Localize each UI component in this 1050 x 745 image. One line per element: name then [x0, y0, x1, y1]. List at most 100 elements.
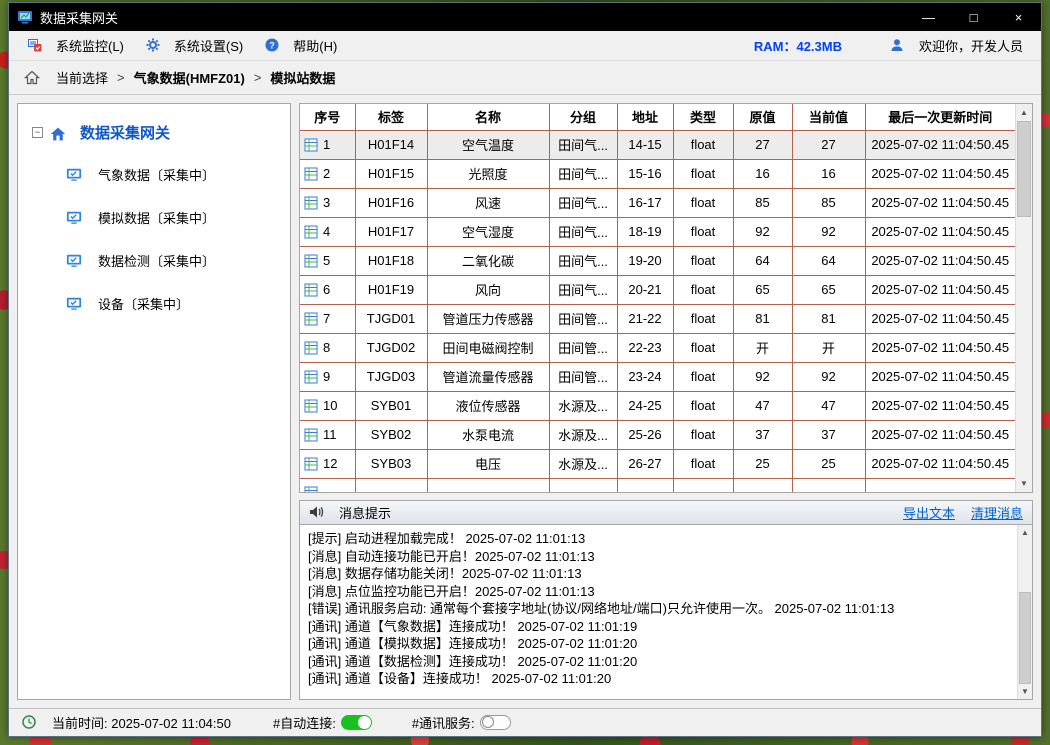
column-header-last-update[interactable]: 最后一次更新时间	[865, 104, 1015, 130]
message-scrollbar-thumb[interactable]	[1019, 592, 1031, 684]
table-scrollbar[interactable]: ▲ ▼	[1015, 104, 1032, 492]
table-row[interactable]: 9 TJGD03 管道流量传感器 田间管... 23-24 float 92 9…	[300, 362, 1015, 391]
datapoint-icon	[304, 225, 318, 239]
breadcrumb: 当前选择 > 气象数据(HMFZ01) > 模拟站数据	[9, 61, 1041, 95]
data-table-panel: 序号 标签 名称 分组 地址 类型 原值 当前值 最后一次更新时间	[299, 103, 1033, 493]
cell-type: float	[673, 246, 733, 275]
table-scrollbar-thumb[interactable]	[1017, 121, 1031, 217]
scroll-up-icon[interactable]: ▲	[1018, 525, 1032, 540]
table-row[interactable]: 6 H01F19 风向 田间气... 20-21 float 65 65 202	[300, 275, 1015, 304]
cell-last-update: 2025-07-02 11:04:50.45	[865, 391, 1015, 420]
cell-current-value: 25	[792, 449, 865, 478]
cell-name: 田间电磁阀控制	[427, 333, 549, 362]
scroll-up-icon[interactable]: ▲	[1016, 104, 1032, 121]
cell-group: 水源及...	[549, 420, 617, 449]
message-log[interactable]: [提示] 启动进程加载完成！ 2025-07-02 11:01:13[消息] 自…	[300, 525, 1032, 699]
menu-system-settings[interactable]: 系统设置(S)	[135, 31, 254, 60]
system-monitor-icon	[28, 38, 44, 54]
comm-service-toggle[interactable]	[480, 715, 511, 730]
column-header-tag[interactable]: 标签	[355, 104, 427, 130]
datapoint-icon	[304, 457, 318, 471]
cell-group: 田间管...	[549, 333, 617, 362]
table-row[interactable]: 3 H01F16 风速 田间气... 16-17 float 85 85 202	[300, 188, 1015, 217]
cell-index: 8	[323, 340, 330, 355]
cell-address: 23-24	[617, 362, 673, 391]
table-row[interactable]: 4 H01F17 空气湿度 田间气... 18-19 float 92 92 2	[300, 217, 1015, 246]
cell-group: 田间气...	[549, 130, 617, 159]
welcome-text: 欢迎你，开发人员	[919, 36, 1023, 55]
cell-type: float	[673, 391, 733, 420]
cell-tag: H01F14	[355, 130, 427, 159]
cell-current-value: 27	[792, 130, 865, 159]
cell-tag: SYB02	[355, 420, 427, 449]
cell-index: 1	[323, 137, 330, 152]
table-row[interactable]: 10 SYB01 液位传感器 水源及... 24-25 float 47 47	[300, 391, 1015, 420]
cell-current-value: 81	[792, 304, 865, 333]
table-row[interactable]: 1 H01F14 空气温度 田间气... 14-15 float 27 27 2	[300, 130, 1015, 159]
column-header-group[interactable]: 分组	[549, 104, 617, 130]
cell-raw-value: 27	[733, 130, 792, 159]
cell-tag: H01F16	[355, 188, 427, 217]
user-icon	[890, 38, 906, 54]
message-scrollbar[interactable]: ▲ ▼	[1017, 525, 1032, 699]
tree-item-channel[interactable]: 气象数据〔采集中〕	[18, 153, 290, 196]
breadcrumb-prefix: 当前选择	[56, 68, 108, 87]
table-row[interactable]: 12 SYB03 电压 水源及... 26-27 float 25 25 202	[300, 449, 1015, 478]
minimize-button[interactable]: —	[906, 3, 951, 31]
column-header-type[interactable]: 类型	[673, 104, 733, 130]
cell-last-update: 2025-07-02 11:04:50.45	[865, 275, 1015, 304]
clock-icon	[22, 715, 38, 731]
tree-root-gateway[interactable]: − 数据采集网关	[18, 116, 290, 153]
menu-help[interactable]: ? 帮助(H)	[254, 31, 348, 60]
cell-current-value: 92	[792, 362, 865, 391]
table-row-partial[interactable]	[300, 478, 1015, 492]
column-header-index[interactable]: 序号	[300, 104, 355, 130]
data-table: 序号 标签 名称 分组 地址 类型 原值 当前值 最后一次更新时间	[300, 104, 1015, 492]
auto-connect-toggle[interactable]	[341, 715, 372, 730]
tree-item-channel[interactable]: 数据检测〔采集中〕	[18, 239, 290, 282]
home-icon[interactable]	[24, 70, 40, 86]
monitor-check-icon	[66, 296, 82, 312]
message-line: [消息] 自动连接功能已开启！2025-07-02 11:01:13	[308, 548, 1010, 566]
cell-type: float	[673, 333, 733, 362]
table-scrollbar-track[interactable]	[1016, 217, 1032, 475]
cell-raw-value: 92	[733, 217, 792, 246]
datapoint-icon	[304, 138, 318, 152]
datapoint-icon	[304, 196, 318, 210]
cell-last-update: 2025-07-02 11:04:50.45	[865, 159, 1015, 188]
scroll-down-icon[interactable]: ▼	[1018, 684, 1032, 699]
cell-tag: H01F17	[355, 217, 427, 246]
cell-current-value: 开	[792, 333, 865, 362]
column-header-name[interactable]: 名称	[427, 104, 549, 130]
table-row[interactable]: 11 SYB02 水泵电流 水源及... 25-26 float 37 37 2	[300, 420, 1015, 449]
close-button[interactable]: ×	[996, 3, 1041, 31]
cell-tag: H01F19	[355, 275, 427, 304]
table-row[interactable]: 8 TJGD02 田间电磁阀控制 田间管... 22-23 float 开 开	[300, 333, 1015, 362]
cell-current-value: 37	[792, 420, 865, 449]
menu-system-monitor[interactable]: 系统监控(L)	[17, 31, 135, 60]
message-scrollbar-track[interactable]	[1018, 540, 1032, 592]
window-controls: — □ ×	[906, 3, 1041, 31]
collapse-icon[interactable]: −	[32, 127, 43, 138]
table-row[interactable]: 5 H01F18 二氧化碳 田间气... 19-20 float 64 64 2	[300, 246, 1015, 275]
status-bar: 当前时间: 2025-07-02 11:04:50 #自动连接: #通讯服务:	[9, 708, 1041, 736]
column-header-address[interactable]: 地址	[617, 104, 673, 130]
table-row[interactable]: 2 H01F15 光照度 田间气... 15-16 float 16 16 20	[300, 159, 1015, 188]
message-panel-actions: 导出文本 清理消息	[903, 503, 1023, 522]
column-header-raw-value[interactable]: 原值	[733, 104, 792, 130]
scroll-down-icon[interactable]: ▼	[1016, 475, 1032, 492]
datapoint-icon	[304, 283, 318, 297]
breadcrumb-item-sim-station[interactable]: 模拟站数据	[270, 68, 335, 87]
breadcrumb-item-weather[interactable]: 气象数据(HMFZ01)	[134, 68, 245, 87]
tree-item-channel[interactable]: 模拟数据〔采集中〕	[18, 196, 290, 239]
table-row[interactable]: 7 TJGD01 管道压力传感器 田间管... 21-22 float 81 8…	[300, 304, 1015, 333]
title-bar[interactable]: 数据采集网关 — □ ×	[9, 3, 1041, 31]
clear-messages-link[interactable]: 清理消息	[971, 503, 1023, 522]
tree-item-channel[interactable]: 设备〔采集中〕	[18, 282, 290, 325]
export-text-link[interactable]: 导出文本	[903, 503, 955, 522]
maximize-button[interactable]: □	[951, 3, 996, 31]
column-header-current-value[interactable]: 当前值	[792, 104, 865, 130]
cell-type: float	[673, 217, 733, 246]
cell-type: float	[673, 188, 733, 217]
table-header-row: 序号 标签 名称 分组 地址 类型 原值 当前值 最后一次更新时间	[300, 104, 1015, 130]
